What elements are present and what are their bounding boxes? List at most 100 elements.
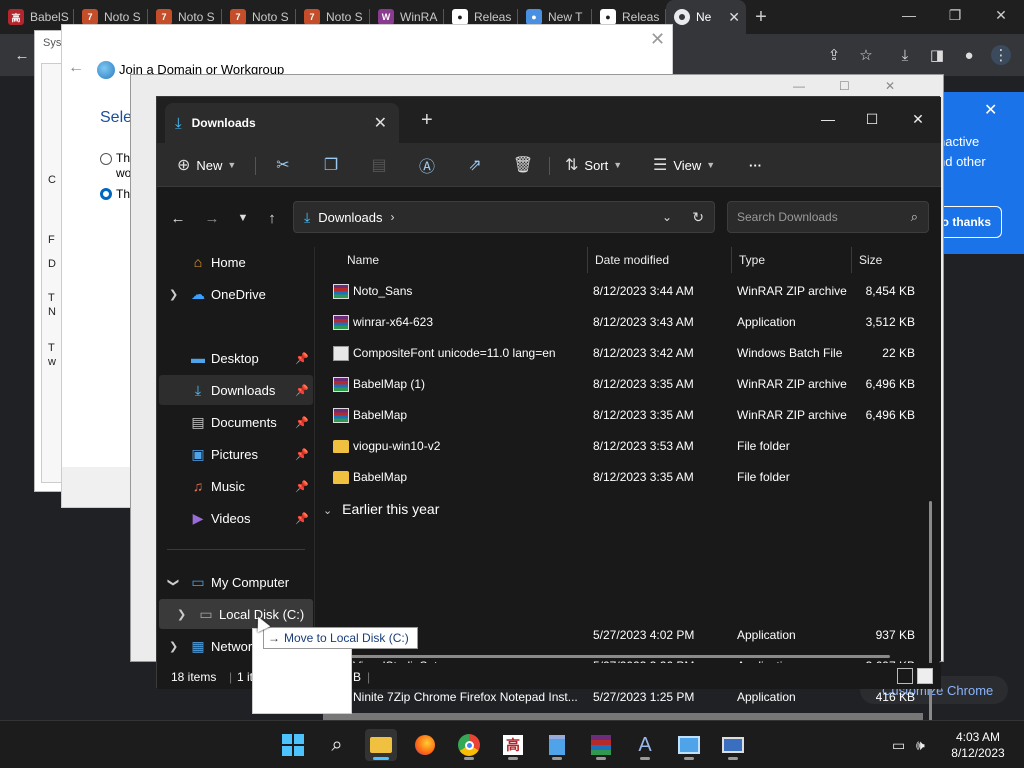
new-tab-button[interactable]: + xyxy=(746,6,776,29)
close-icon[interactable]: ✕ xyxy=(374,113,387,133)
noto-icon: 7 xyxy=(82,9,98,25)
close-window-button[interactable]: ✕ xyxy=(978,0,1024,30)
sidebar-item-my-computer[interactable]: ❯ ▭ My Computer xyxy=(159,567,313,597)
network-icon[interactable]: ▭ xyxy=(892,737,905,754)
chevron-down-icon[interactable]: ⌄ xyxy=(662,210,672,224)
download-icon[interactable]: ⤓ xyxy=(895,45,915,65)
table-row[interactable]: BabelMap 8/12/2023 3:35 AM WinRAR ZIP arch… xyxy=(323,400,923,431)
taskbar-clock[interactable]: 4:03 AM 8/12/2023 xyxy=(940,729,1016,761)
vertical-scrollbar[interactable] xyxy=(929,501,932,729)
maximize-button[interactable]: ☐ xyxy=(849,105,895,133)
taskbar-winrar[interactable] xyxy=(585,729,617,761)
back-arrow-icon[interactable]: ← xyxy=(167,207,189,229)
minimize-button[interactable]: — xyxy=(805,105,851,133)
paste-icon[interactable]: ▤ xyxy=(367,153,391,177)
chrome-tab-title: Releas xyxy=(622,10,660,24)
table-row[interactable]: CompositeFont unicode=11.0 lang=en 8/12/2… xyxy=(323,338,923,369)
cut-icon[interactable]: ✂ xyxy=(271,153,295,177)
view-button[interactable]: ☰ View ▼ xyxy=(653,153,715,177)
refresh-icon[interactable]: ↻ xyxy=(692,209,704,226)
back-arrow-icon[interactable]: ← xyxy=(68,59,84,77)
side-panel-icon[interactable]: ◨ xyxy=(927,45,947,65)
column-header-type[interactable]: Type xyxy=(739,247,765,273)
volume-icon[interactable]: 🕪 xyxy=(916,737,925,754)
chevron-right-icon[interactable]: › xyxy=(391,210,395,224)
table-row[interactable]: BabelMap 8/12/2023 3:35 AM File folder xyxy=(323,462,923,493)
sidebar-item-desktop[interactable]: ▬ Desktop 📌 xyxy=(159,343,313,373)
share-icon[interactable]: ⇗ xyxy=(463,153,487,177)
taskbar-system[interactable] xyxy=(717,729,749,761)
sidebar-item-pictures[interactable]: ▣ Pictures 📌 xyxy=(159,439,313,469)
table-row[interactable]: BabelMap (1) 8/12/2023 3:35 AM WinRAR ZIP … xyxy=(323,369,923,400)
column-resize-handle[interactable] xyxy=(851,247,852,273)
network-icon: ▦ xyxy=(191,637,205,654)
tiles-view-icon[interactable] xyxy=(917,668,933,684)
share-icon[interactable]: ⇪ xyxy=(824,45,844,65)
search-input[interactable]: Search Downloads ⌕ xyxy=(727,201,929,233)
taskbar-chrome[interactable] xyxy=(453,729,485,761)
recent-locations-chevron-icon[interactable]: ▼ xyxy=(232,207,254,229)
taskbar-firefox[interactable] xyxy=(409,729,441,761)
sidebar-item-documents[interactable]: ▤ Documents 📌 xyxy=(159,407,313,437)
copy-icon[interactable]: ❐ xyxy=(319,153,343,177)
firefox-icon xyxy=(415,735,435,755)
sidebar-item-videos[interactable]: ▶ Videos 📌 xyxy=(159,503,313,533)
star-icon[interactable]: ☆ xyxy=(856,45,876,65)
chrome-icon: ● xyxy=(526,9,542,25)
table-row[interactable]: Noto_Sans 8/12/2023 3:44 AM WinRAR ZIP arc… xyxy=(323,276,923,307)
close-icon[interactable]: ✕ xyxy=(728,9,740,26)
close-window-button[interactable]: ✕ xyxy=(895,105,941,133)
close-icon[interactable]: ✕ xyxy=(984,100,997,120)
sidebar-item-local-disk[interactable]: ❯ ▭ Local Disk (C:) xyxy=(159,599,313,629)
chrome-tab-active[interactable]: Ne ✕ xyxy=(666,0,746,34)
sidebar-item-music[interactable]: ♫ Music 📌 xyxy=(159,471,313,501)
sort-button[interactable]: ⇅ Sort ▼ xyxy=(565,153,622,177)
new-button[interactable]: ⊕ New ▼ xyxy=(177,153,236,177)
taskbar-app-a[interactable]: A xyxy=(629,729,661,761)
taskbar-babelmap[interactable]: 高 xyxy=(497,729,529,761)
taskbar-file-explorer[interactable] xyxy=(365,729,397,761)
group-label: Earlier this year xyxy=(342,501,440,517)
table-row[interactable]: viogpu-win10-v2 8/12/2023 3:53 AM File fol… xyxy=(323,431,923,462)
maximize-button[interactable]: ❐ xyxy=(932,0,978,30)
sidebar-item-onedrive[interactable]: ❯ ☁ OneDrive xyxy=(159,279,313,309)
column-header-name[interactable]: Name xyxy=(347,247,379,273)
explorer-tab-downloads[interactable]: ⤓ Downloads ✕ xyxy=(165,103,399,143)
radio-business-network[interactable] xyxy=(100,153,112,165)
no-thanks-button[interactable]: o thanks xyxy=(934,206,1002,238)
column-resize-handle[interactable] xyxy=(731,247,732,273)
address-location[interactable]: Downloads xyxy=(318,210,382,225)
minimize-button[interactable]: — xyxy=(886,0,932,30)
chevron-right-icon[interactable]: ❯ xyxy=(177,608,186,621)
sidebar-item-home[interactable]: ⌂ Home xyxy=(159,247,313,277)
profile-icon[interactable]: ● xyxy=(959,45,979,65)
address-bar[interactable]: ⤓ Downloads › ⌄ ↻ xyxy=(293,201,715,233)
rename-icon[interactable]: Ⓐ xyxy=(415,153,439,177)
download-arrow-icon: ⤓ xyxy=(304,208,311,225)
horizontal-scrollbar[interactable] xyxy=(318,655,890,658)
forward-arrow-icon[interactable]: → xyxy=(201,207,223,229)
taskbar-control-panel[interactable] xyxy=(673,729,705,761)
menu-kebab-icon[interactable]: ⋮ xyxy=(991,45,1011,65)
close-icon[interactable]: ✕ xyxy=(650,29,665,50)
delete-icon[interactable]: 🗑 xyxy=(511,153,535,177)
search-icon[interactable]: ⌕ xyxy=(321,729,353,761)
column-header-size[interactable]: Size xyxy=(859,247,882,273)
chevron-down-icon[interactable]: ❯ xyxy=(167,577,180,586)
details-view-icon[interactable] xyxy=(897,668,913,684)
radio-home-computer[interactable] xyxy=(100,188,112,200)
chevron-right-icon[interactable]: ❯ xyxy=(169,288,178,301)
sidebar-item-downloads[interactable]: ⤓ Downloads 📌 xyxy=(159,375,313,405)
group-header-earlier[interactable]: ⌄ Earlier this year xyxy=(323,501,439,517)
chevron-down-icon[interactable]: ⌄ xyxy=(323,505,332,517)
new-tab-button[interactable]: + xyxy=(421,109,433,132)
up-arrow-icon[interactable]: ↑ xyxy=(261,207,283,229)
more-options-button[interactable]: ··· xyxy=(749,153,762,177)
start-button[interactable] xyxy=(277,729,309,761)
chevron-right-icon[interactable]: ❯ xyxy=(169,640,178,653)
back-arrow-icon[interactable]: ← xyxy=(12,45,32,65)
column-resize-handle[interactable] xyxy=(587,247,588,273)
table-row[interactable]: winrar-x64-623 8/12/2023 3:43 AM Applicati… xyxy=(323,307,923,338)
taskbar-notepad[interactable] xyxy=(541,729,573,761)
column-header-date[interactable]: Date modified xyxy=(595,247,669,273)
